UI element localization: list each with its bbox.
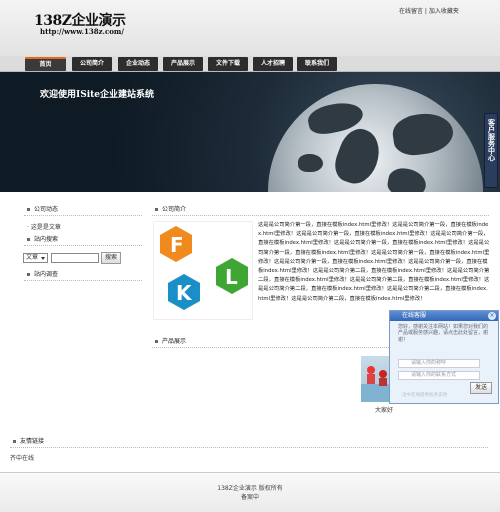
nav-downloads[interactable]: 文件下载 <box>208 57 248 71</box>
hero-banner: 欢迎使用ISite企业建站系统 <box>0 72 500 192</box>
add-favorite-link[interactable]: 加入收藏夹 <box>429 8 459 15</box>
survey-section-title: 站内调查 <box>24 269 142 281</box>
about-text: 这是是公司简介第一段，直接在模板index.html里修改！这是是公司简介第一段… <box>258 222 490 302</box>
search-section-title: 站内搜索 <box>24 234 142 246</box>
banner-slogan: 欢迎使用ISite企业建站系统 <box>40 90 155 100</box>
nav-home[interactable]: 首页 <box>25 57 66 71</box>
news-section-title: 公司动态 <box>24 204 142 216</box>
icp-text: 备案中 <box>240 494 259 501</box>
links-section-title: 友情链接 <box>10 436 488 448</box>
top-links: 在线留言 | 加入收藏夹 <box>399 8 459 15</box>
guestbook-link[interactable]: 在线留言 <box>399 8 423 15</box>
site-url: http://www.138z.com/ <box>40 27 124 36</box>
logo-letter-f: F <box>170 233 184 257</box>
nav-contact[interactable]: 联系我们 <box>297 57 337 71</box>
chat-support-text: 洽中在线提供技术支持 <box>402 393 447 398</box>
logo-letter-k: K <box>176 281 193 305</box>
customer-service-label: 客户服务中心 <box>487 119 496 161</box>
friend-link[interactable]: 齐中在线 <box>10 453 34 462</box>
customer-service-tab[interactable]: 客户服务中心 <box>484 113 498 188</box>
copyright-text: 138Z企业演示 版权所有 <box>217 485 283 492</box>
chat-message: 您好，感谢关注本网站！如果您对我们的产品或服务感兴趣，请点击此处留言，谢谢！ <box>398 324 489 343</box>
main-nav: 首页 公司简介 企业动态 产品展示 文件下载 人才招聘 联系我们 <box>0 56 500 72</box>
logo-letter-l: L <box>225 265 238 289</box>
close-icon[interactable]: × <box>488 312 496 320</box>
chat-title: 在线客服 <box>390 311 498 321</box>
nav-products[interactable]: 产品展示 <box>163 57 203 71</box>
chat-send-button[interactable]: 发送 <box>470 382 492 394</box>
chat-name-field[interactable]: 请输入你的称呼 <box>398 359 480 368</box>
nav-news[interactable]: 企业动态 <box>118 57 158 71</box>
search-type-select[interactable]: 文章 <box>23 253 48 263</box>
nav-about[interactable]: 公司简介 <box>72 57 112 71</box>
site-footer: 138Z企业演示 版权所有 备案中 <box>0 472 500 512</box>
globe-image <box>268 84 483 192</box>
product-name[interactable]: 大家好 <box>375 405 393 414</box>
site-header: 138Z企业演示 http://www.138z.com/ 在线留言 | 加入收… <box>0 0 500 56</box>
search-button[interactable]: 搜索 <box>101 252 121 264</box>
about-section-title: 公司简介 <box>152 204 489 216</box>
news-item[interactable]: · 这是是文章 <box>27 222 61 231</box>
company-logo-image: F L K <box>153 221 253 320</box>
search-input[interactable] <box>51 253 99 263</box>
chat-contact-field[interactable]: 请输入你的联系方式 <box>398 371 480 380</box>
nav-jobs[interactable]: 人才招聘 <box>253 57 293 71</box>
